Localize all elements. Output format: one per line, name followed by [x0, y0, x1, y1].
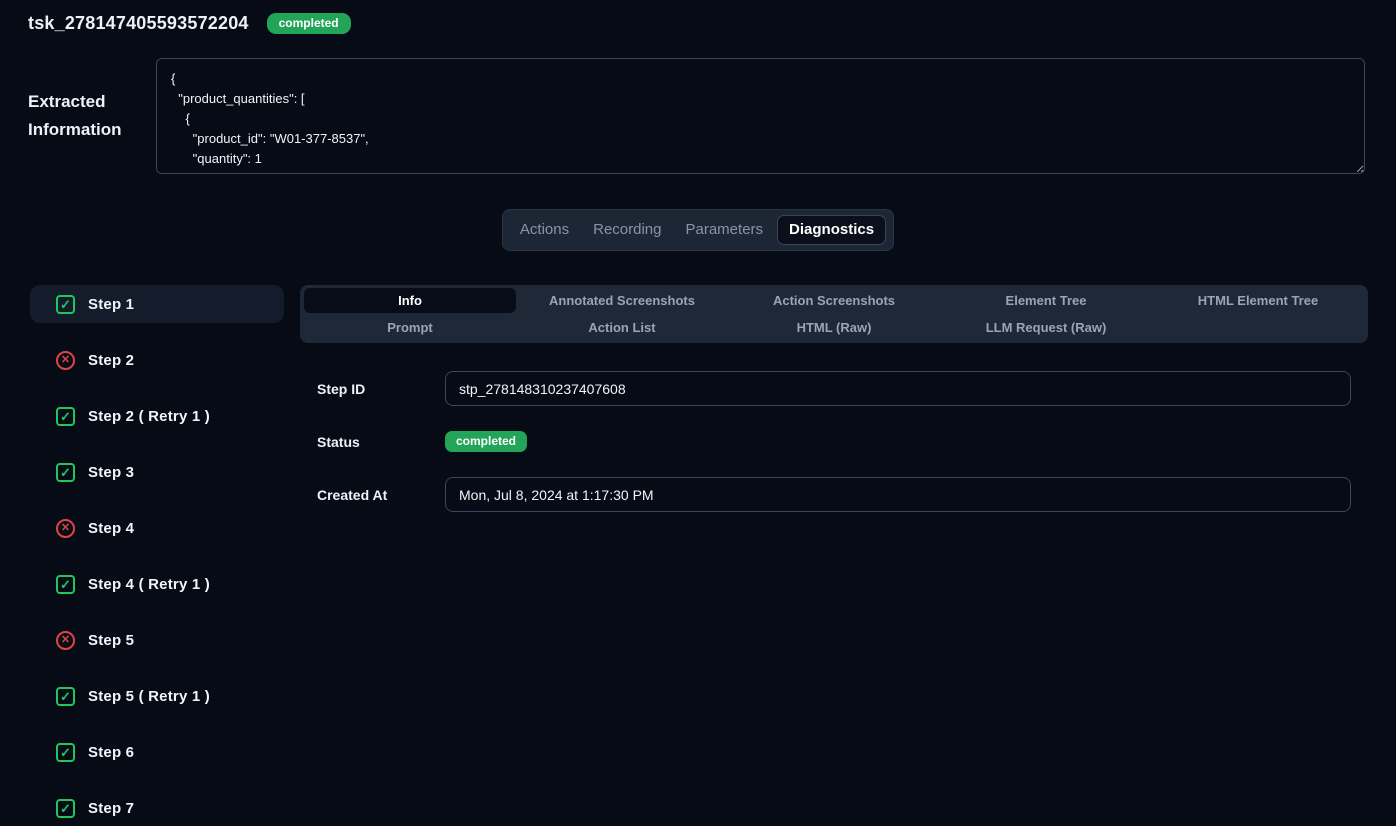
step-list-item-2-retry-1[interactable]: ✓ Step 2 ( Retry 1 ): [30, 397, 284, 435]
success-checkbox-icon: ✓: [56, 799, 75, 818]
error-circle-icon: ✕: [56, 631, 75, 650]
subtab-llm-request-raw[interactable]: LLM Request (Raw): [940, 315, 1152, 340]
subtab-annotated-screenshots[interactable]: Annotated Screenshots: [516, 288, 728, 313]
subtab-action-list[interactable]: Action List: [516, 315, 728, 340]
subtab-action-screenshots[interactable]: Action Screenshots: [728, 288, 940, 313]
tab-recording[interactable]: Recording: [583, 216, 671, 244]
task-status-badge: completed: [267, 13, 351, 34]
subtab-html-element-tree[interactable]: HTML Element Tree: [1152, 288, 1364, 313]
subtab-element-tree[interactable]: Element Tree: [940, 288, 1152, 313]
subtab-info[interactable]: Info: [304, 288, 516, 313]
subtab-html-raw[interactable]: HTML (Raw): [728, 315, 940, 340]
extracted-information-section: Extracted Information { "product_quantit…: [0, 58, 1396, 174]
extracted-information-textarea[interactable]: { "product_quantities": [ { "product_id"…: [156, 58, 1365, 174]
step-info-form: Step ID Status completed Created At: [300, 371, 1368, 512]
success-checkbox-icon: ✓: [56, 463, 75, 482]
tab-diagnostics[interactable]: Diagnostics: [777, 215, 886, 245]
step-list-item-3[interactable]: ✓ Step 3: [30, 453, 284, 491]
step-label: Step 6: [88, 744, 134, 761]
created-at-row: Created At: [317, 477, 1351, 512]
content: ✓ Step 1 ✕ Step 2 ✓ Step 2 ( Retry 1 ) ✓…: [0, 285, 1396, 826]
success-checkbox-icon: ✓: [56, 295, 75, 314]
step-id-input[interactable]: [445, 371, 1351, 406]
extracted-information-label: Extracted Information: [28, 88, 156, 144]
step-list-item-7[interactable]: ✓ Step 7: [30, 789, 284, 826]
step-label: Step 5: [88, 632, 134, 649]
step-list-item-5-retry-1[interactable]: ✓ Step 5 ( Retry 1 ): [30, 677, 284, 715]
step-label: Step 7: [88, 800, 134, 817]
task-id-title: tsk_278147405593572204: [28, 13, 249, 34]
created-at-input[interactable]: [445, 477, 1351, 512]
diagnostics-panel: Info Annotated Screenshots Action Screen…: [300, 285, 1368, 530]
step-list-item-5[interactable]: ✕ Step 5: [30, 621, 284, 659]
step-label: Step 2: [88, 352, 134, 369]
step-list: ✓ Step 1 ✕ Step 2 ✓ Step 2 ( Retry 1 ) ✓…: [30, 285, 284, 826]
success-checkbox-icon: ✓: [56, 687, 75, 706]
step-label: Step 4 ( Retry 1 ): [88, 576, 210, 593]
status-label: Status: [317, 434, 445, 450]
status-row: Status completed: [317, 424, 1351, 459]
subtab-prompt[interactable]: Prompt: [304, 315, 516, 340]
created-at-label: Created At: [317, 487, 445, 503]
diagnostics-subtab-bar: Info Annotated Screenshots Action Screen…: [300, 285, 1368, 343]
step-list-item-4[interactable]: ✕ Step 4: [30, 509, 284, 547]
step-list-item-2[interactable]: ✕ Step 2: [30, 341, 284, 379]
success-checkbox-icon: ✓: [56, 407, 75, 426]
step-id-label: Step ID: [317, 381, 445, 397]
step-list-item-6[interactable]: ✓ Step 6: [30, 733, 284, 771]
success-checkbox-icon: ✓: [56, 743, 75, 762]
tab-parameters[interactable]: Parameters: [676, 216, 774, 244]
step-list-item-4-retry-1[interactable]: ✓ Step 4 ( Retry 1 ): [30, 565, 284, 603]
step-id-row: Step ID: [317, 371, 1351, 406]
step-list-item-1[interactable]: ✓ Step 1: [30, 285, 284, 323]
error-circle-icon: ✕: [56, 519, 75, 538]
step-label: Step 5 ( Retry 1 ): [88, 688, 210, 705]
main-tab-bar: Actions Recording Parameters Diagnostics: [502, 209, 894, 251]
step-status-badge: completed: [445, 431, 527, 452]
step-label: Step 2 ( Retry 1 ): [88, 408, 210, 425]
step-label: Step 4: [88, 520, 134, 537]
success-checkbox-icon: ✓: [56, 575, 75, 594]
step-label: Step 3: [88, 464, 134, 481]
tab-actions[interactable]: Actions: [510, 216, 579, 244]
step-label: Step 1: [88, 296, 134, 313]
main-tabs-wrap: Actions Recording Parameters Diagnostics: [0, 209, 1396, 251]
error-circle-icon: ✕: [56, 351, 75, 370]
header: tsk_278147405593572204 completed: [0, 0, 1396, 34]
